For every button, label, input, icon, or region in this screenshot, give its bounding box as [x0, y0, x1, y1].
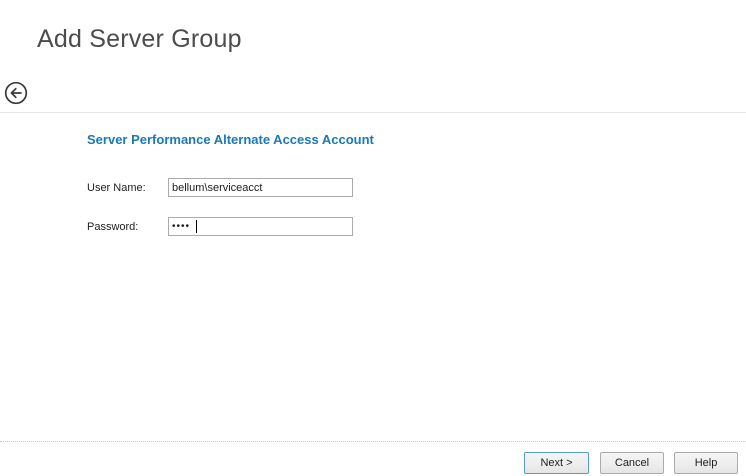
help-button[interactable]: Help — [674, 452, 738, 474]
cancel-button[interactable]: Cancel — [600, 452, 664, 474]
username-input[interactable] — [168, 178, 353, 197]
back-button[interactable] — [4, 81, 28, 105]
add-server-group-wizard: Add Server Group Server Performance Alte… — [0, 0, 746, 476]
back-arrow-circle-icon — [4, 81, 28, 105]
header-divider — [0, 112, 746, 113]
username-label: User Name: — [87, 182, 146, 194]
next-button[interactable]: Next > — [524, 452, 589, 474]
footer-divider — [0, 441, 746, 442]
section-heading: Server Performance Alternate Access Acco… — [87, 132, 374, 147]
text-caret — [196, 220, 197, 233]
password-label: Password: — [87, 221, 139, 233]
page-title: Add Server Group — [37, 25, 242, 53]
